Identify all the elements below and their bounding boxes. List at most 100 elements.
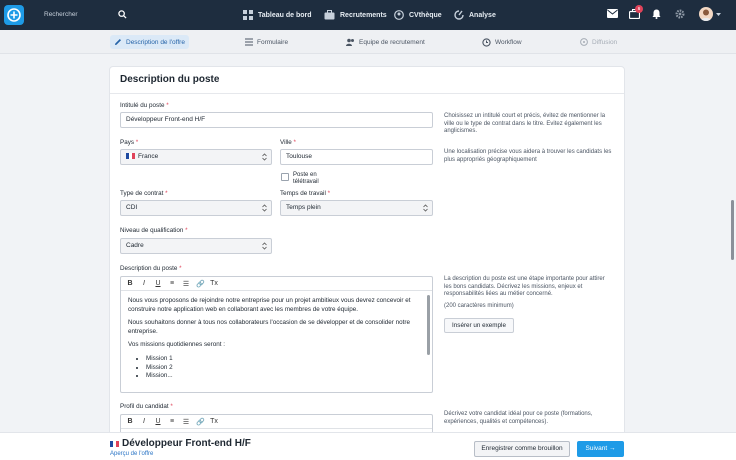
ordered-list-button[interactable]: ≡ (168, 280, 176, 287)
italic-button[interactable]: I (140, 418, 148, 425)
mail-icon[interactable] (607, 9, 618, 18)
qualification-label: Niveau de qualification * (120, 227, 188, 234)
qualification-select[interactable]: Cadre (120, 238, 272, 254)
cv-icon (394, 10, 404, 20)
list-item: Mission... (146, 372, 425, 381)
broadcast-icon (580, 38, 588, 46)
pencil-icon (115, 39, 121, 45)
app-logo[interactable] (4, 5, 24, 25)
editor-toolbar: B I U ≡ ☰ 🔗 Tx (121, 415, 432, 429)
chevron-updown-icon (262, 153, 267, 161)
description-paragraph: Vos missions quotidiennes seront : (128, 341, 225, 349)
workflow-icon (482, 37, 491, 47)
chevron-updown-icon (423, 204, 428, 212)
city-label-text: Ville (280, 139, 292, 146)
analytics-icon (454, 10, 464, 20)
candidate-profile-help: Décrivez votre candidat idéal pour ce po… (444, 411, 593, 425)
description-paragraph: Nous vous proposons de rejoindre notre e… (128, 297, 411, 313)
country-value: France (138, 153, 159, 160)
divider (110, 93, 624, 94)
contract-label-text: Type de contrat (120, 190, 164, 197)
required-marker: * (166, 102, 169, 109)
chevron-updown-icon (262, 242, 267, 250)
editor-content[interactable]: Nous vous proposons de rejoindre notre e… (121, 291, 432, 387)
job-title-input[interactable]: Développeur Front-end H/F (120, 112, 433, 128)
bottom-action-bar: Développeur Front-end H/F Aperçu de l'of… (0, 432, 736, 460)
user-photo-icon (700, 9, 712, 21)
clear-format-button[interactable]: Tx (210, 418, 218, 425)
city-label: Ville * (280, 139, 296, 146)
ordered-list-button[interactable]: ≡ (168, 418, 176, 425)
underline-button[interactable]: U (154, 418, 162, 425)
required-marker: * (327, 190, 331, 197)
team-icon (346, 38, 354, 46)
avatar[interactable] (699, 7, 713, 21)
list-icon (245, 38, 253, 46)
remote-label-line1: Poste en (293, 172, 317, 178)
next-button[interactable]: Suivant → (577, 441, 624, 457)
work-time-label-text: Temps de travail (280, 190, 326, 197)
work-time-value: Temps plein (286, 204, 321, 211)
required-marker: * (170, 403, 173, 410)
contract-select[interactable]: CDI (120, 200, 272, 216)
required-marker: * (179, 265, 182, 272)
gear-icon[interactable] (675, 9, 685, 19)
plus-circle-icon (7, 8, 21, 22)
nav-cvtheque[interactable]: CVthèque (394, 7, 442, 23)
save-draft-button[interactable]: Enregistrer comme brouillon (474, 441, 570, 457)
bell-icon[interactable] (652, 9, 661, 19)
description-paragraph: Nous souhaitons donner à tous nos collab… (128, 319, 410, 335)
bold-button[interactable]: B (126, 280, 134, 287)
step-team[interactable]: Equipe de recrutement (346, 35, 425, 49)
remote-label: Poste en télétravail (293, 172, 319, 186)
search-icon[interactable] (118, 10, 127, 19)
work-time-select[interactable]: Temps plein (280, 200, 433, 216)
candidate-profile-label-text: Profil du candidat (120, 403, 169, 410)
required-marker: * (135, 139, 139, 146)
city-input[interactable]: Toulouse (280, 149, 433, 165)
nav-recruitments-label: Recrutements (340, 11, 387, 19)
step-form[interactable]: Formulaire (245, 35, 288, 49)
card-title: Description du poste (120, 74, 220, 85)
description-label-text: Description du poste (120, 265, 178, 272)
chevron-down-icon[interactable] (716, 13, 721, 16)
description-editor[interactable]: B I U ≡ ☰ 🔗 Tx Nous vous proposons de re… (120, 276, 433, 393)
offer-title-text: Développeur Front-end H/F (122, 438, 251, 449)
dashboard-icon (243, 10, 253, 20)
france-flag-icon (126, 153, 135, 159)
briefcase-icon (324, 10, 335, 20)
underline-button[interactable]: U (154, 280, 162, 287)
top-navigation-bar: Rechercher Tableau de bord Recrutements … (0, 0, 736, 30)
step-description[interactable]: Description de l'offre (110, 35, 189, 49)
description-label: Description du poste * (120, 265, 182, 272)
bullet-list-button[interactable]: ☰ (182, 280, 190, 288)
bold-button[interactable]: B (126, 418, 134, 425)
step-description-label: Description de l'offre (126, 38, 185, 46)
notification-badge: 6 (635, 5, 643, 13)
qualification-label-text: Niveau de qualification (120, 227, 184, 234)
description-min-chars: (200 caractères minimum) (444, 303, 514, 309)
list-item: Mission 1 (146, 355, 425, 364)
step-workflow[interactable]: Workflow (482, 35, 522, 49)
required-marker: * (293, 139, 296, 146)
italic-button[interactable]: I (140, 280, 148, 287)
remote-label-line2: télétravail (293, 179, 319, 185)
contract-label: Type de contrat * (120, 190, 168, 197)
wizard-steps: Description de l'offre Formulaire Equipe… (0, 30, 736, 54)
page-scrollbar[interactable] (731, 200, 734, 260)
clear-format-button[interactable]: Tx (210, 280, 218, 287)
bullet-list-button[interactable]: ☰ (182, 418, 190, 426)
offer-preview-link[interactable]: Aperçu de l'offre (110, 451, 153, 457)
country-select[interactable]: France (120, 149, 272, 165)
link-button[interactable]: 🔗 (196, 280, 205, 288)
link-button[interactable]: 🔗 (196, 418, 205, 426)
nav-analysis[interactable]: Analyse (454, 7, 496, 23)
nav-dashboard[interactable]: Tableau de bord (243, 7, 312, 23)
nav-recruitments[interactable]: Recrutements (324, 7, 387, 23)
step-diffusion-label: Diffusion (592, 38, 618, 46)
editor-scrollbar[interactable] (427, 295, 430, 355)
remote-checkbox[interactable] (281, 173, 289, 181)
city-help: Une localisation précise vous aidera à t… (444, 149, 612, 163)
insert-example-button[interactable]: Insérer un exemple (444, 318, 514, 333)
step-workflow-label: Workflow (495, 38, 522, 46)
